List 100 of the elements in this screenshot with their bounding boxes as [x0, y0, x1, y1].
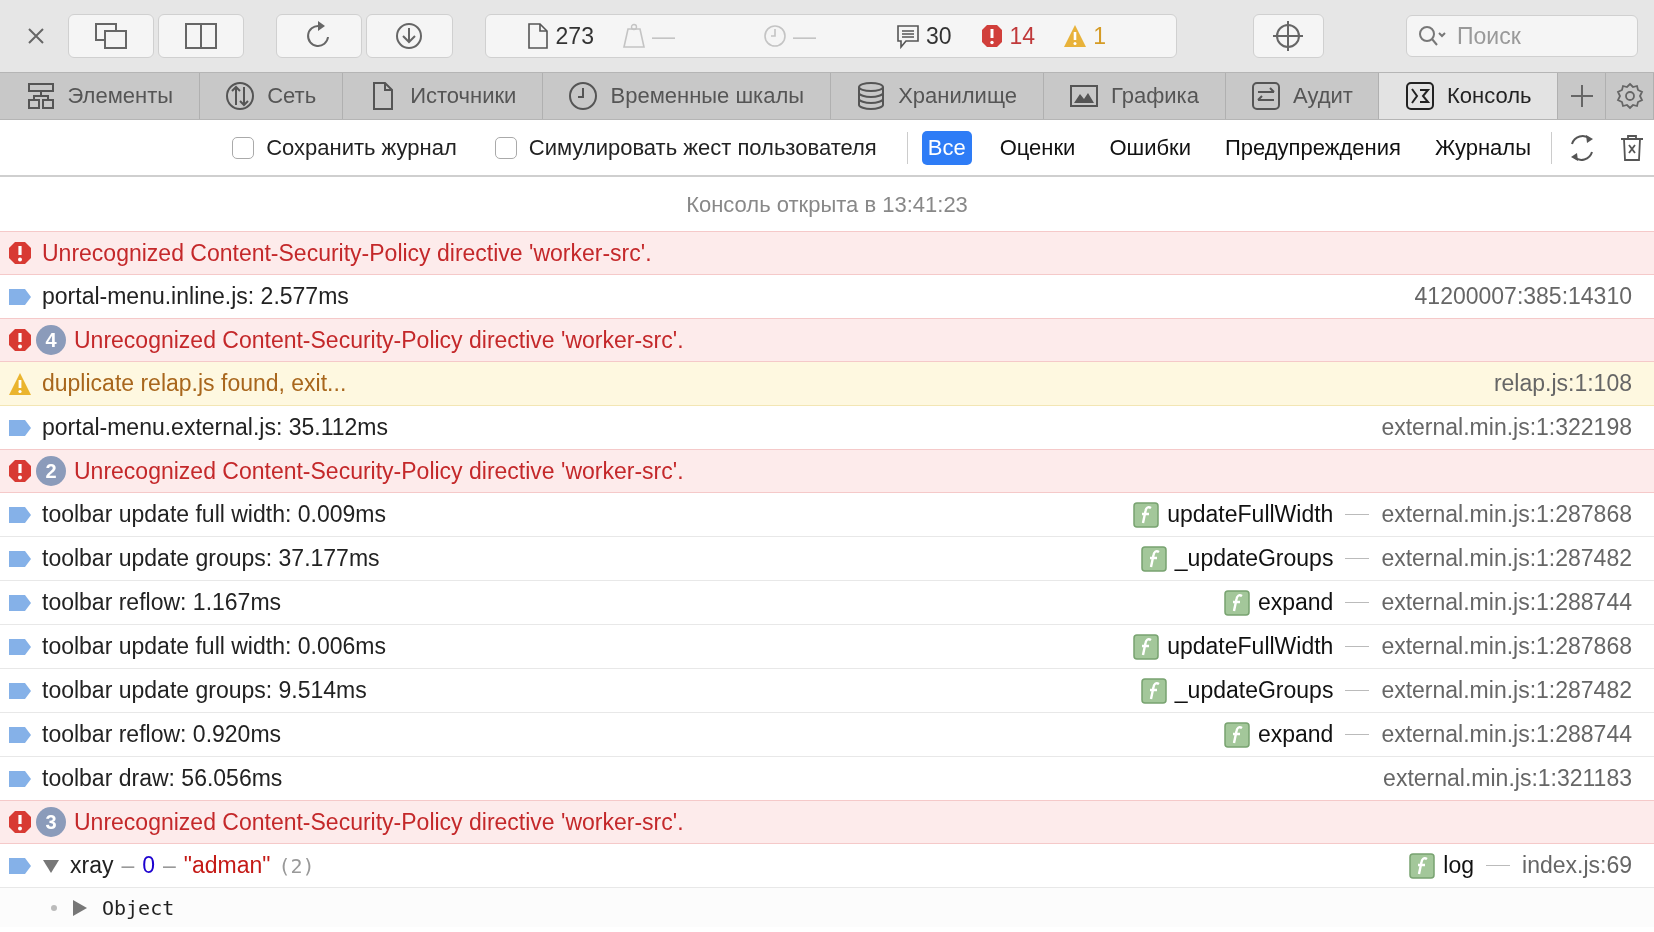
log-tag-icon	[8, 681, 32, 700]
disclosure-closed-icon[interactable]	[72, 898, 88, 917]
log-message: Unrecognized Content-Security-Policy directive 'worker-src'.	[74, 326, 684, 354]
error-icon	[979, 23, 1004, 49]
object-preview-text: –	[121, 852, 135, 879]
source-link[interactable]: external.min.js:1:321183	[1383, 765, 1632, 792]
activity-count: 1	[1093, 22, 1106, 50]
search-field[interactable]: Поиск	[1406, 15, 1638, 57]
tab[interactable]: Консоль	[1379, 73, 1559, 119]
arrows-circle-icon	[225, 81, 256, 111]
log-message: toolbar draw: 56.056ms	[42, 765, 283, 792]
windows-button[interactable]	[67, 14, 154, 58]
checkbox-label: Симулировать жест пользователя	[528, 134, 877, 161]
source-link[interactable]: external.min.js:1:287482	[1381, 677, 1632, 704]
activity-count: 14	[1009, 22, 1036, 50]
log-message: toolbar reflow: 0.920ms	[42, 721, 282, 748]
search-icon	[1418, 25, 1448, 47]
source-link[interactable]: external.min.js:1:287482	[1381, 545, 1632, 572]
source-link[interactable]: external.min.js:1:288744	[1381, 721, 1632, 748]
filter-button[interactable]: Предупреждения	[1219, 130, 1407, 165]
checkbox[interactable]	[232, 136, 255, 159]
log-tag-icon	[8, 549, 32, 568]
function-name[interactable]: expand	[1257, 589, 1334, 616]
function-name[interactable]: _updateGroups	[1174, 545, 1334, 572]
object-preview-text: xray	[70, 852, 114, 879]
warning-icon	[8, 371, 32, 396]
swap-arrows-icon	[1251, 81, 1282, 111]
log-message: toolbar update groups: 37.177ms	[42, 545, 380, 572]
object-label: Object	[102, 895, 175, 920]
function-icon	[1223, 721, 1250, 748]
log-tag-icon	[8, 418, 32, 437]
log-tag-icon	[8, 287, 32, 306]
source-link[interactable]: external.min.js:1:288744	[1381, 589, 1632, 616]
terminal-icon	[1405, 81, 1435, 111]
layout-icon	[25, 81, 56, 111]
source-link[interactable]: external.min.js:1:322198	[1381, 414, 1632, 441]
log-tag-icon	[8, 505, 32, 524]
function-name[interactable]: log	[1443, 852, 1475, 879]
log-tag-icon	[8, 593, 32, 612]
source-link[interactable]: 41200007:385:14310	[1414, 283, 1632, 310]
plus-icon	[1569, 84, 1594, 108]
log-message: duplicate relap.js found, exit...	[42, 370, 347, 397]
object-preview-text: –	[163, 852, 176, 879]
function-name[interactable]: _updateGroups	[1174, 677, 1334, 704]
document-icon	[525, 23, 550, 49]
download-icon	[394, 21, 425, 51]
log-message: portal-menu.external.js: 35.112ms	[42, 414, 389, 441]
clock-icon	[568, 81, 599, 111]
speech-bubble-icon	[895, 23, 920, 49]
repeat-count: 4	[36, 325, 66, 355]
clock-icon	[762, 23, 787, 49]
log-tag-icon	[8, 725, 32, 744]
function-icon	[1409, 852, 1436, 879]
log-message: toolbar update full width: 0.009ms	[42, 501, 386, 528]
reload-button[interactable]	[276, 14, 363, 58]
function-icon	[1133, 633, 1160, 660]
log-message: Unrecognized Content-Security-Policy directive 'worker-src'.	[74, 457, 684, 485]
function-name[interactable]: updateFullWidth	[1167, 501, 1334, 528]
function-icon	[1140, 677, 1167, 704]
function-name[interactable]: updateFullWidth	[1167, 633, 1334, 660]
function-icon	[1223, 589, 1250, 616]
function-name[interactable]: expand	[1257, 721, 1334, 748]
disclosure-open-icon[interactable]	[42, 857, 60, 874]
error-icon	[8, 328, 32, 352]
filter-button[interactable]: Все	[921, 130, 972, 165]
log-message: toolbar update full width: 0.006ms	[42, 633, 386, 660]
object-preview-text: "adman"	[183, 852, 271, 879]
activity-count: 30	[925, 22, 952, 50]
log-tag-icon	[8, 856, 32, 875]
weight-icon	[621, 23, 646, 49]
download-button[interactable]	[366, 14, 453, 58]
log-message: Unrecognized Content-Security-Policy directive 'worker-src'.	[42, 239, 652, 267]
log-message: toolbar update groups: 9.514ms	[42, 677, 367, 704]
error-icon	[8, 459, 32, 483]
overlapping-windows-icon	[93, 22, 128, 50]
filter-button[interactable]: Ошибки	[1103, 130, 1197, 165]
object-preview-text: 0	[142, 852, 156, 879]
filter-button[interactable]: Журналы	[1428, 130, 1537, 165]
split-panel-icon	[184, 22, 218, 50]
crosshair-icon	[1272, 20, 1305, 52]
source-link[interactable]: external.min.js:1:287868	[1381, 501, 1632, 528]
source-link[interactable]: relap.js:1:108	[1493, 370, 1632, 397]
checkbox[interactable]	[494, 136, 517, 159]
bullet-icon	[50, 903, 58, 912]
gear-icon	[1615, 82, 1644, 110]
console-opened-message: Консоль открыта в 13:41:23	[685, 190, 969, 219]
log-message: Unrecognized Content-Security-Policy directive 'worker-src'.	[74, 808, 684, 836]
object-preview-text: (2)	[278, 853, 315, 878]
log-tag-icon	[8, 769, 32, 788]
database-icon	[856, 81, 887, 111]
filter-button[interactable]: Оценки	[993, 130, 1082, 165]
repeat-count: 2	[36, 456, 66, 486]
activity-count: —	[792, 22, 816, 50]
split-view-button[interactable]	[157, 14, 245, 58]
source-link[interactable]: external.min.js:1:287868	[1381, 633, 1632, 660]
element-picker-button[interactable]	[1252, 14, 1324, 58]
repeat-count: 3	[36, 807, 66, 837]
source-link[interactable]: index.js:69	[1522, 852, 1632, 879]
error-icon	[8, 810, 32, 834]
trash-button[interactable]	[1620, 133, 1644, 162]
